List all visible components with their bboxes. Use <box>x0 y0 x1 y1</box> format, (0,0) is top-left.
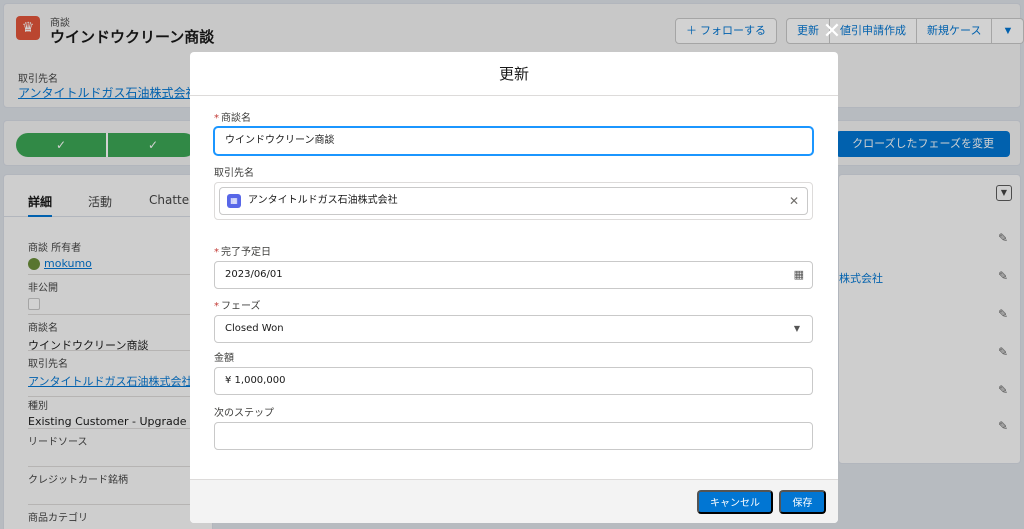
account-group: 取引先名 ▦ アンタイトルドガス石油株式会社 ✕ <box>214 166 814 220</box>
close-date-group: * 完了予定日 2023/06/01 ▦ <box>214 245 814 289</box>
calendar-icon[interactable]: ▦ <box>794 262 804 288</box>
edit-modal: 更新 * 商談名 ウインドウクリーン商談 取引先名 ▦ アンタイトルドガス石油株式… <box>190 52 838 523</box>
stage-value: Closed Won <box>225 323 284 334</box>
close-date-input[interactable]: 2023/06/01 ▦ <box>214 261 813 289</box>
amount-input[interactable]: ¥ 1,000,000 <box>214 367 813 395</box>
amount-group: 金額 ¥ 1,000,000 <box>214 351 814 395</box>
account-lookup: ▦ アンタイトルドガス石油株式会社 ✕ <box>214 182 813 220</box>
required-marker: * <box>214 247 219 258</box>
close-date-label-text: 完了予定日 <box>221 247 271 258</box>
next-step-label: 次のステップ <box>214 408 274 419</box>
opportunity-name-label-text: 商談名 <box>221 113 251 124</box>
stage-select[interactable]: Closed Won ▼ <box>214 315 813 343</box>
required-marker: * <box>214 113 219 124</box>
opportunity-name-group: * 商談名 ウインドウクリーン商談 <box>214 111 814 155</box>
next-step-input[interactable] <box>214 422 813 450</box>
account-pill-text: アンタイトルドガス石油株式会社 <box>248 195 398 206</box>
cancel-button[interactable]: キャンセル <box>697 490 773 514</box>
amount-label: 金額 <box>214 353 234 364</box>
account-field-label: 取引先名 <box>214 168 254 179</box>
stage-label: * フェーズ <box>214 299 814 315</box>
account-pill[interactable]: ▦ アンタイトルドガス石油株式会社 ✕ <box>219 187 808 215</box>
account-icon: ▦ <box>227 194 241 208</box>
stage-group: * フェーズ Closed Won ▼ <box>214 299 814 343</box>
clear-icon[interactable]: ✕ <box>789 188 799 214</box>
close-date-value: 2023/06/01 <box>225 269 283 280</box>
chevron-down-icon: ▼ <box>793 324 800 333</box>
modal-body: * 商談名 ウインドウクリーン商談 取引先名 ▦ アンタイトルドガス石油株式会社 … <box>190 97 838 479</box>
close-icon[interactable]: ✕ <box>820 20 844 44</box>
stage-label-text: フェーズ <box>221 301 261 312</box>
opportunity-name-label: * 商談名 <box>214 111 814 127</box>
modal-title: 更新 <box>190 52 838 96</box>
next-step-group: 次のステップ <box>214 406 814 450</box>
modal-footer: キャンセル 保存 <box>190 479 838 523</box>
close-date-label: * 完了予定日 <box>214 245 814 261</box>
save-button[interactable]: 保存 <box>779 490 826 514</box>
required-marker: * <box>214 301 219 312</box>
opportunity-name-input[interactable]: ウインドウクリーン商談 <box>214 127 813 155</box>
